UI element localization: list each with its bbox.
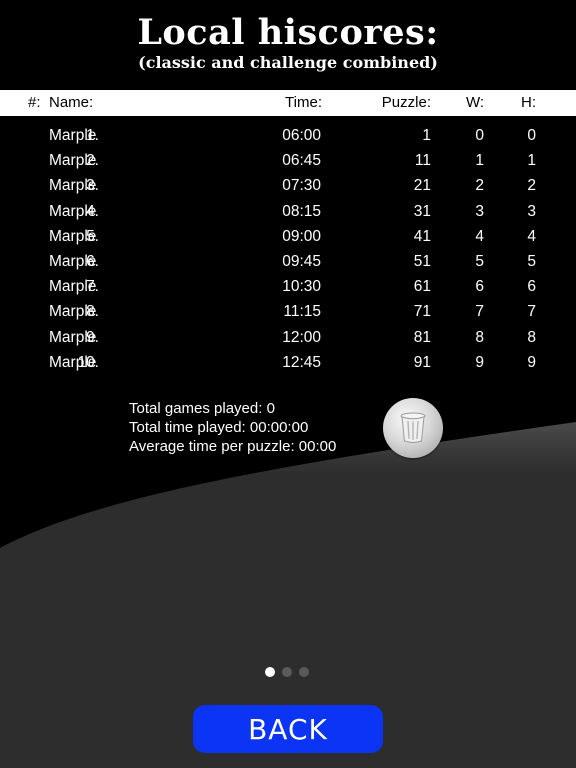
cell-time: 12:00 [282,328,321,346]
cell-w: 0 [475,127,484,144]
table-row: 10. Marple 12:45 91 9 9 [0,350,576,375]
cell-h: 4 [527,227,536,245]
table-row: 5. Marple 09:00 41 4 4 [0,224,576,249]
cell-time: 06:00 [282,127,321,144]
cell-name: Marple [49,227,97,245]
header-h: H: [521,94,536,111]
cell-w: 4 [475,227,484,245]
table-row: 1. Marple 06:00 1 0 0 [0,123,576,148]
cell-w: 3 [475,202,484,220]
cell-puzzle: 91 [413,353,431,371]
total-games-played: Total games played: 0 [129,400,275,417]
cell-time: 09:00 [282,227,321,245]
header-time: Time: [285,94,322,111]
table-row: 8. Marple 11:15 71 7 7 [0,299,576,324]
cell-time: 07:30 [282,177,321,195]
cell-time: 12:45 [282,353,321,371]
page-indicator[interactable] [265,667,309,677]
cell-time: 08:15 [282,202,321,220]
cell-time: 10:30 [282,278,321,296]
cell-h: 2 [527,177,536,195]
page-dot-2[interactable] [282,667,292,677]
header-puzzle: Puzzle: [381,94,431,111]
cell-time: 11:15 [283,303,321,321]
cell-h: 3 [527,202,536,220]
cell-h: 9 [527,353,536,371]
cell-name: Marple [49,252,97,270]
cell-w: 7 [475,303,484,321]
cell-h: 0 [527,127,536,144]
cell-name: Marple [49,328,97,346]
cell-name: Marple [49,353,97,371]
cell-puzzle: 1 [422,127,431,144]
cell-name: Marple [49,152,97,170]
header-name: Name: [49,94,94,111]
cell-name: Marple [49,303,97,321]
header-w: W: [465,94,484,111]
cell-h: 5 [527,252,536,270]
page-title: Local hiscores: [137,12,439,53]
table-row: 6. Marple 09:45 51 5 5 [0,249,576,274]
stats-block: Total games played: 0 Total time played:… [129,399,336,456]
cell-w: 2 [475,177,484,195]
cell-name: Marple [49,278,97,296]
cell-puzzle: 71 [413,303,431,321]
clear-hiscores-button[interactable] [383,398,443,458]
table-row: 4. Marple 08:15 31 3 3 [0,199,576,224]
cell-puzzle: 51 [413,252,431,270]
cell-puzzle: 41 [413,227,431,245]
average-time-per-puzzle: Average time per puzzle: 00:00 [129,438,337,455]
cell-time: 09:45 [282,252,321,270]
cell-h: 1 [527,152,536,170]
cell-puzzle: 81 [413,328,431,346]
cell-puzzle: 31 [413,202,431,220]
page-subtitle: (classic and challenge combined) [138,53,438,72]
table-row: 7. Marple 10:30 61 6 6 [0,274,576,299]
cell-w: 6 [475,278,484,296]
hiscore-table: 1. Marple 06:00 1 0 0 2. Marple 06:45 11… [0,123,576,375]
table-row: 2. Marple 06:45 11 1 1 [0,148,576,173]
page-dot-3[interactable] [299,667,309,677]
table-row: 3. Marple 07:30 21 2 2 [0,173,576,198]
cell-time: 06:45 [282,152,321,170]
cell-w: 8 [475,328,484,346]
cell-w: 9 [475,353,484,371]
cell-puzzle: 11 [414,152,431,170]
cell-h: 8 [527,328,536,346]
cell-w: 5 [475,252,484,270]
cell-puzzle: 61 [413,278,431,296]
cell-h: 7 [527,303,536,321]
total-time-played: Total time played: 00:00:00 [129,419,309,436]
cell-h: 6 [527,278,536,296]
cell-name: Marple [49,177,97,195]
back-button[interactable]: BACK [193,705,383,753]
cell-name: Marple [49,202,97,220]
header-rank: #: [28,94,41,111]
cell-puzzle: 21 [413,177,431,195]
page-dot-1[interactable] [265,667,275,677]
table-header: #: Name: Time: Puzzle: W: H: [0,90,576,116]
cell-w: 1 [475,152,484,170]
trash-can-icon [400,412,426,443]
table-row: 9. Marple 12:00 81 8 8 [0,325,576,350]
cell-name: Marple [49,127,97,144]
